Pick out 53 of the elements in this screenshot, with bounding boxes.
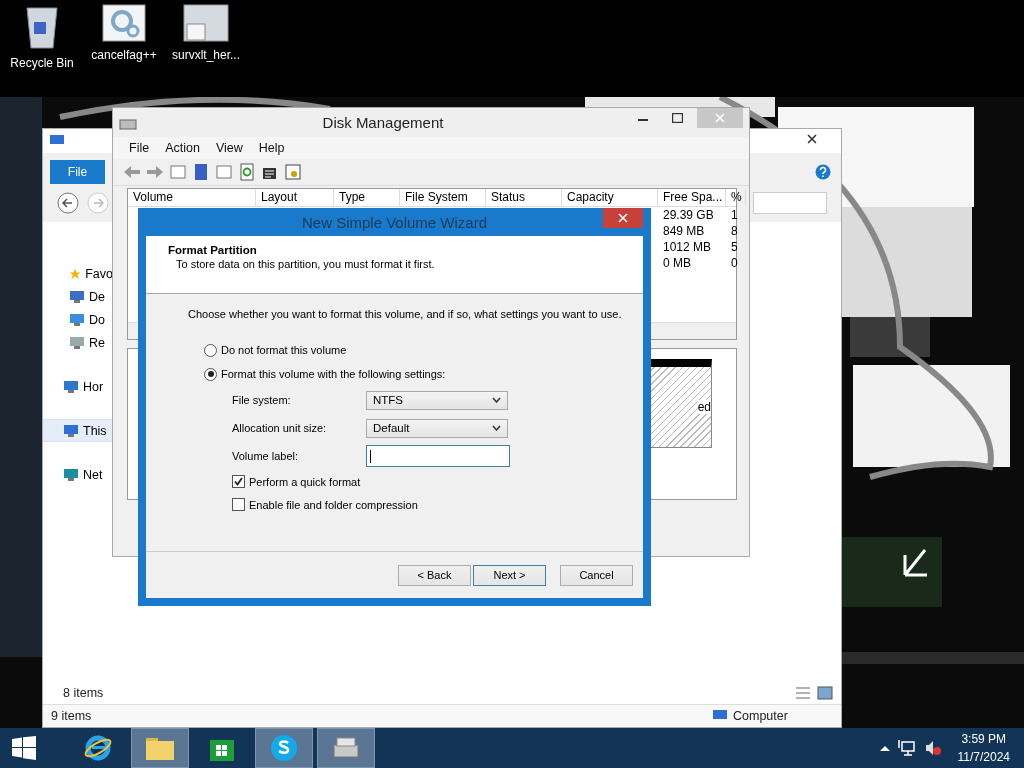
dialog-button[interactable]: Cancel (560, 564, 633, 586)
column-header[interactable]: File System (400, 189, 486, 206)
dialog-button[interactable]: Next > (473, 564, 546, 586)
dialog-title: New Simple Volume Wizard (300, 213, 489, 231)
table-cell-text: 29.39 GB (662, 207, 715, 223)
menu-item[interactable]: Help (252, 139, 291, 157)
instruction-text: Choose whether you want to format this volume, and if so, what settings you want to use. (188, 308, 623, 320)
sidebar-item[interactable]: De (43, 285, 113, 308)
radio-label: Do not format this volume (221, 344, 347, 356)
table-cell-text: 8 (730, 223, 739, 239)
column-header[interactable]: Free Spa... (658, 189, 726, 206)
table-cell-text: 849 MB (662, 223, 706, 239)
table-cell-text: 5 (730, 239, 739, 255)
table-cell-text: 0 (730, 255, 739, 271)
field-label: Allocation unit size: (232, 422, 328, 434)
column-header[interactable]: Status (486, 189, 562, 206)
table-cell-text: 1012 MB (662, 239, 713, 255)
sidebar-item[interactable]: Net (43, 463, 113, 486)
menu-item[interactable]: View (209, 139, 249, 157)
radio-label: Format this volume with the following settings: (221, 368, 446, 380)
sidebar-item[interactable]: Do (43, 308, 113, 331)
item-count: 8 items (63, 686, 104, 700)
field-label: File system: (232, 394, 292, 406)
sidebar-item[interactable]: This (43, 419, 113, 442)
desktop-icon-label: survxlt_her... (172, 48, 240, 62)
dialog-button[interactable]: < Back (398, 564, 471, 586)
column-header[interactable]: Layout (256, 189, 334, 206)
column-header[interactable]: Type (334, 189, 400, 206)
menu-item[interactable]: File (123, 139, 156, 157)
column-header[interactable]: % (726, 189, 746, 206)
sidebar-item[interactable]: Hor (43, 375, 113, 398)
sidebar-item[interactable]: Favo (43, 262, 113, 285)
column-header[interactable]: Volume (128, 189, 256, 206)
checkbox-label: Enable file and folder compression (249, 498, 418, 511)
clock[interactable]: 3:59 PM 11/7/2024 (949, 730, 1010, 766)
table-cell-text: 0 MB (662, 255, 692, 271)
page-subheading: To store data on this partition, you must format it first. (175, 258, 436, 270)
page-heading: Format Partition (168, 244, 258, 256)
status-text: 9 items (51, 709, 92, 723)
dropdown[interactable]: Default (366, 418, 508, 438)
desktop-icon-label: Recycle Bin (10, 56, 74, 70)
column-header[interactable]: Capacity (562, 189, 658, 206)
location-text: Computer (733, 709, 789, 723)
menu-item[interactable]: Action (159, 139, 206, 157)
checkbox-label: Perform a quick format (249, 475, 361, 488)
table-cell-text: 1 (730, 207, 739, 223)
partition-text: ed (697, 400, 711, 414)
window-title: Disk Management (321, 114, 445, 131)
field-label: Volume label: (232, 450, 300, 462)
sidebar-item[interactable]: Re (43, 331, 113, 354)
desktop-icon-label: cancelfag++ (91, 48, 157, 62)
file-tab[interactable]: File (50, 160, 105, 184)
dropdown[interactable]: NTFS (366, 390, 508, 410)
